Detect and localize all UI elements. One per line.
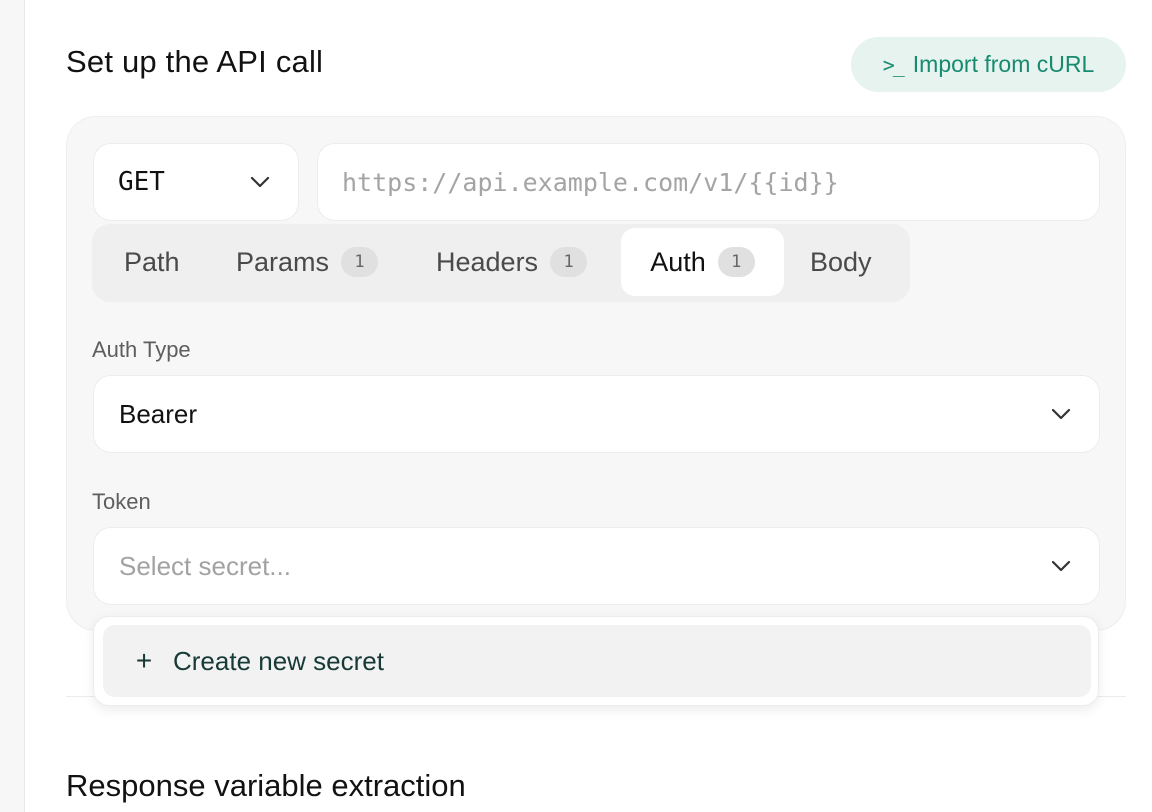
token-placeholder: Select secret...: [119, 550, 291, 581]
tab-body-label: Body: [810, 246, 872, 277]
token-label: Token: [92, 489, 151, 514]
tab-path-label: Path: [124, 246, 180, 277]
create-new-secret-label: Create new secret: [173, 645, 384, 676]
url-input[interactable]: [317, 143, 1100, 221]
token-select[interactable]: Select secret...: [93, 527, 1100, 605]
tab-headers-badge: 1: [550, 247, 588, 277]
auth-type-label: Auth Type: [92, 337, 191, 362]
import-curl-label: Import from cURL: [912, 51, 1095, 77]
auth-type-value: Bearer: [119, 398, 198, 429]
request-tabs: Path Params 1 Headers 1 Auth 1 Body: [92, 224, 910, 302]
tab-auth-label: Auth: [650, 246, 706, 277]
method-select[interactable]: GET: [93, 143, 299, 221]
tab-body[interactable]: Body: [810, 228, 872, 296]
tab-path[interactable]: Path: [124, 228, 180, 296]
left-rail: [0, 0, 25, 812]
tab-params-badge: 1: [341, 247, 379, 277]
plus-icon: +: [135, 645, 153, 676]
section-title: Set up the API call: [66, 44, 324, 79]
tab-headers[interactable]: Headers 1: [436, 228, 588, 296]
tab-params-label: Params: [236, 246, 330, 277]
terminal-icon: >_: [882, 52, 905, 77]
method-value: GET: [118, 167, 165, 197]
tab-headers-label: Headers: [436, 246, 539, 277]
tab-auth[interactable]: Auth 1: [621, 228, 784, 296]
chevron-down-icon: [250, 172, 270, 192]
create-new-secret-item[interactable]: + Create new secret: [103, 625, 1091, 697]
response-extraction-title: Response variable extraction: [66, 768, 466, 803]
tab-auth-badge: 1: [717, 247, 755, 277]
import-curl-button[interactable]: >_ Import from cURL: [851, 37, 1126, 92]
auth-type-select[interactable]: Bearer: [93, 375, 1100, 453]
chevron-down-icon: [1051, 404, 1071, 424]
tab-params[interactable]: Params 1: [236, 228, 379, 296]
secret-dropdown: + Create new secret: [93, 616, 1099, 706]
chevron-down-icon: [1051, 556, 1071, 576]
